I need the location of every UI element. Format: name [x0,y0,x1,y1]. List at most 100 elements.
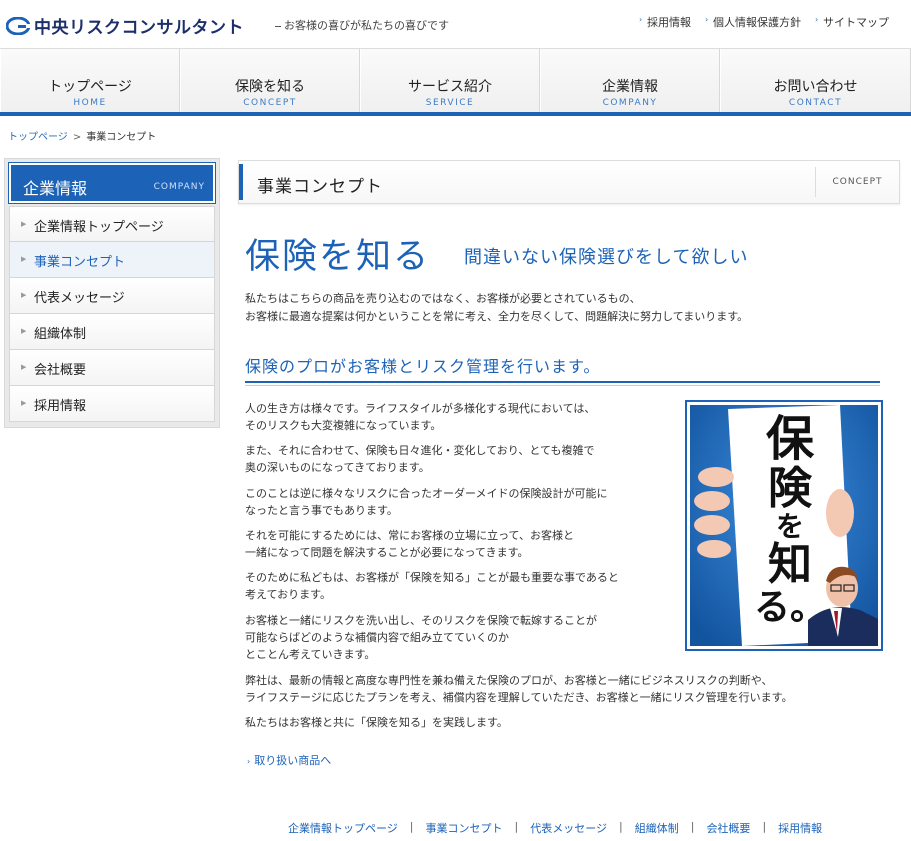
paragraph-line: お客様と一緒にリスクを洗い出し、そのリスクを保険で転嫁することが [245,614,597,627]
nav-concept[interactable]: 保険を知る CONCEPT [180,49,360,113]
global-nav: トップページ HOME 保険を知る CONCEPT サービス紹介 SERVICE… [0,48,911,116]
calligraphy-char: 知 [768,539,812,590]
sidebar-item-company-top[interactable]: ▶ 企業情報トップページ [9,206,215,242]
site-logo[interactable]: 中央リスクコンサルタント [6,13,244,38]
footer-link-message[interactable]: 代表メッセージ [530,820,607,836]
sidebar-item-label: 会社概要 [34,363,87,378]
paragraph-line: 可能ならばどのような補償内容で組み立てていくのか [245,631,509,644]
paragraph-line: 人の生き方は様々です。ライフスタイルが多様化する現代においては、 [245,402,596,415]
intro-line: 私たちはこちらの商品を売り込むのではなく、お客様が必要とされているもの、 [245,292,641,305]
page-title-en: CONCEPT [815,167,899,197]
nav-label: お問い合わせ [773,79,858,95]
triangle-icon: ▶ [21,291,27,299]
arrow-icon: › [247,757,251,766]
calligraphy-char: を [775,510,804,543]
arrow-icon: › [639,15,643,24]
footer-separator: | [409,820,414,833]
paragraph-line: そのリスクも大変複雑になっています。 [245,419,442,432]
triangle-icon: ▶ [21,363,27,371]
sidebar-item-label: 事業コンセプト [34,255,126,270]
footer-link-recruit[interactable]: 採用情報 [778,820,822,836]
page-title: 事業コンセプト [257,177,383,197]
logo-mark-icon [6,16,30,35]
utility-links: › 採用情報 › 個人情報保護方針 › サイトマップ [639,14,889,30]
products-link[interactable]: › 取り扱い商品へ [247,752,331,768]
paragraph-line: とことん考えていきます。 [245,648,376,661]
sidebar-item-concept[interactable]: ▶ 事業コンセプト [9,242,215,278]
util-link-sitemap[interactable]: › サイトマップ [815,14,889,30]
nav-company[interactable]: 企業情報 COMPANY [540,49,720,113]
sidebar-item-recruit[interactable]: ▶ 採用情報 [9,386,215,422]
paragraph: 私たちはお客様と共に「保険を知る」を実践します。 [245,714,508,731]
triangle-icon: ▶ [21,399,27,407]
footer-link-organization[interactable]: 組織体制 [635,820,679,836]
breadcrumb-home[interactable]: トップページ [8,132,68,143]
illustration-calligraphy: 保 険 を 知 る。 [742,415,838,625]
paragraph-line: そのために私どもは、お客様が「保険を知る」ことが最も重要な事であると [245,571,619,584]
page-header: 事業コンセプト CONCEPT [238,160,900,204]
hero-title: 保険を知る [245,237,431,277]
products-link-label: 取り扱い商品へ [254,754,332,767]
triangle-icon: ▶ [21,255,27,263]
nav-label: サービス紹介 [408,79,492,95]
nav-home[interactable]: トップページ HOME [0,49,180,113]
paragraph: それを可能にするためには、常にお客様の立場に立って、お客様と 一緒になって問題を… [245,527,574,561]
sidebar-item-label: 組織体制 [34,327,87,342]
breadcrumb: トップページ > 事業コンセプト [8,128,156,143]
footer-links: 企業情報トップページ | 事業コンセプト | 代表メッセージ | 組織体制 | 会社概要… [288,820,822,836]
triangle-icon: ▶ [21,327,27,335]
intro-text: 私たちはこちらの商品を売り込むのではなく、お客様が必要とされているもの、 お客様… [245,290,748,326]
nav-label-en: CONTACT [788,98,843,108]
nav-label-en: HOME [73,98,107,108]
nav-label-en: CONCEPT [243,98,297,108]
nav-label-en: SERVICE [425,98,475,108]
paragraph-line: なったと言う事でもあります。 [245,504,398,517]
sidebar-item-label: 採用情報 [34,399,87,414]
sidebar-item-message[interactable]: ▶ 代表メッセージ [9,278,215,314]
footer-separator: | [514,820,519,833]
footer-separator: | [619,820,623,833]
sidebar-title: 企業情報 [23,179,88,198]
calligraphy-char: 保 [765,411,814,467]
nav-label: 企業情報 [602,79,658,95]
sidebar-title-en: COMPANY [153,182,205,192]
arrow-icon: › [705,15,709,24]
section-heading: 保険のプロがお客様とリスク管理を行います。 [245,353,880,386]
footer-link-concept[interactable]: 事業コンセプト [426,820,503,836]
sidebar-item-label: 企業情報トップページ [34,220,164,235]
paragraph-line: 考えております。 [245,588,332,601]
nav-service[interactable]: サービス紹介 SERVICE [360,49,540,113]
footer-link-company-top[interactable]: 企業情報トップページ [288,820,398,836]
paragraph: そのために私どもは、お客様が「保険を知る」ことが最も重要な事であると 考えており… [245,569,619,603]
nav-label: 保険を知る [235,79,305,95]
triangle-icon: ▶ [21,220,27,228]
arrow-icon: › [815,15,819,24]
paragraph-line: 私たちはお客様と共に「保険を知る」を実践します。 [245,716,508,729]
paragraph: 弊社は、最新の情報と高度な専門性を兼ね備えた保険のプロが、お客様と一緒にビジネス… [245,672,793,706]
paragraph-line: 一緒になって問題を解決することが必要になってきます。 [245,546,529,559]
paragraph-line: このことは逆に様々なリスクに合ったオーダーメイドの保険設計が可能に [245,487,608,500]
concept-illustration: 保 険 を 知 る。 [685,400,883,651]
footer-separator: | [690,820,695,833]
util-link-privacy[interactable]: › 個人情報保護方針 [705,14,801,30]
intro-line: お客様に最適な提案は何かということを常に考え、全力を尽くして、問題解決に努力して… [245,310,749,323]
footer-link-profile[interactable]: 会社概要 [706,820,750,836]
util-link-recruit[interactable]: › 採用情報 [639,14,691,30]
paragraph-line: また、それに合わせて、保険も日々進化・変化しており、とても複雑で [245,444,595,457]
site-header: 中央リスクコンサルタント お客様の喜びが私たちの喜びです › 採用情報 › 個人情報… [0,0,911,48]
nav-label: トップページ [48,79,132,95]
nav-contact[interactable]: お問い合わせ CONTACT [720,49,911,113]
sidebar-item-label: 代表メッセージ [34,291,125,306]
calligraphy-char: 険 [768,463,812,514]
paragraph: お客様と一緒にリスクを洗い出し、そのリスクを保険で転嫁することが 可能ならばどの… [245,612,597,663]
breadcrumb-separator: > [72,132,82,143]
sidebar-item-organization[interactable]: ▶ 組織体制 [9,314,215,350]
paragraph-line: それを可能にするためには、常にお客様の立場に立って、お客様と [245,529,575,542]
sidebar-item-profile[interactable]: ▶ 会社概要 [9,350,215,386]
paragraph: また、それに合わせて、保険も日々進化・変化しており、とても複雑で 奥の深いものに… [245,442,594,476]
nav-label-en: COMPANY [602,98,658,108]
tagline: お客様の喜びが私たちの喜びです [275,17,449,33]
illustration-canvas: 保 険 を 知 る。 [690,405,878,646]
hero-subtitle: 間違いない保険選びをして欲しい [464,247,749,268]
paragraph-line: 奥の深いものになってきております。 [245,461,430,474]
